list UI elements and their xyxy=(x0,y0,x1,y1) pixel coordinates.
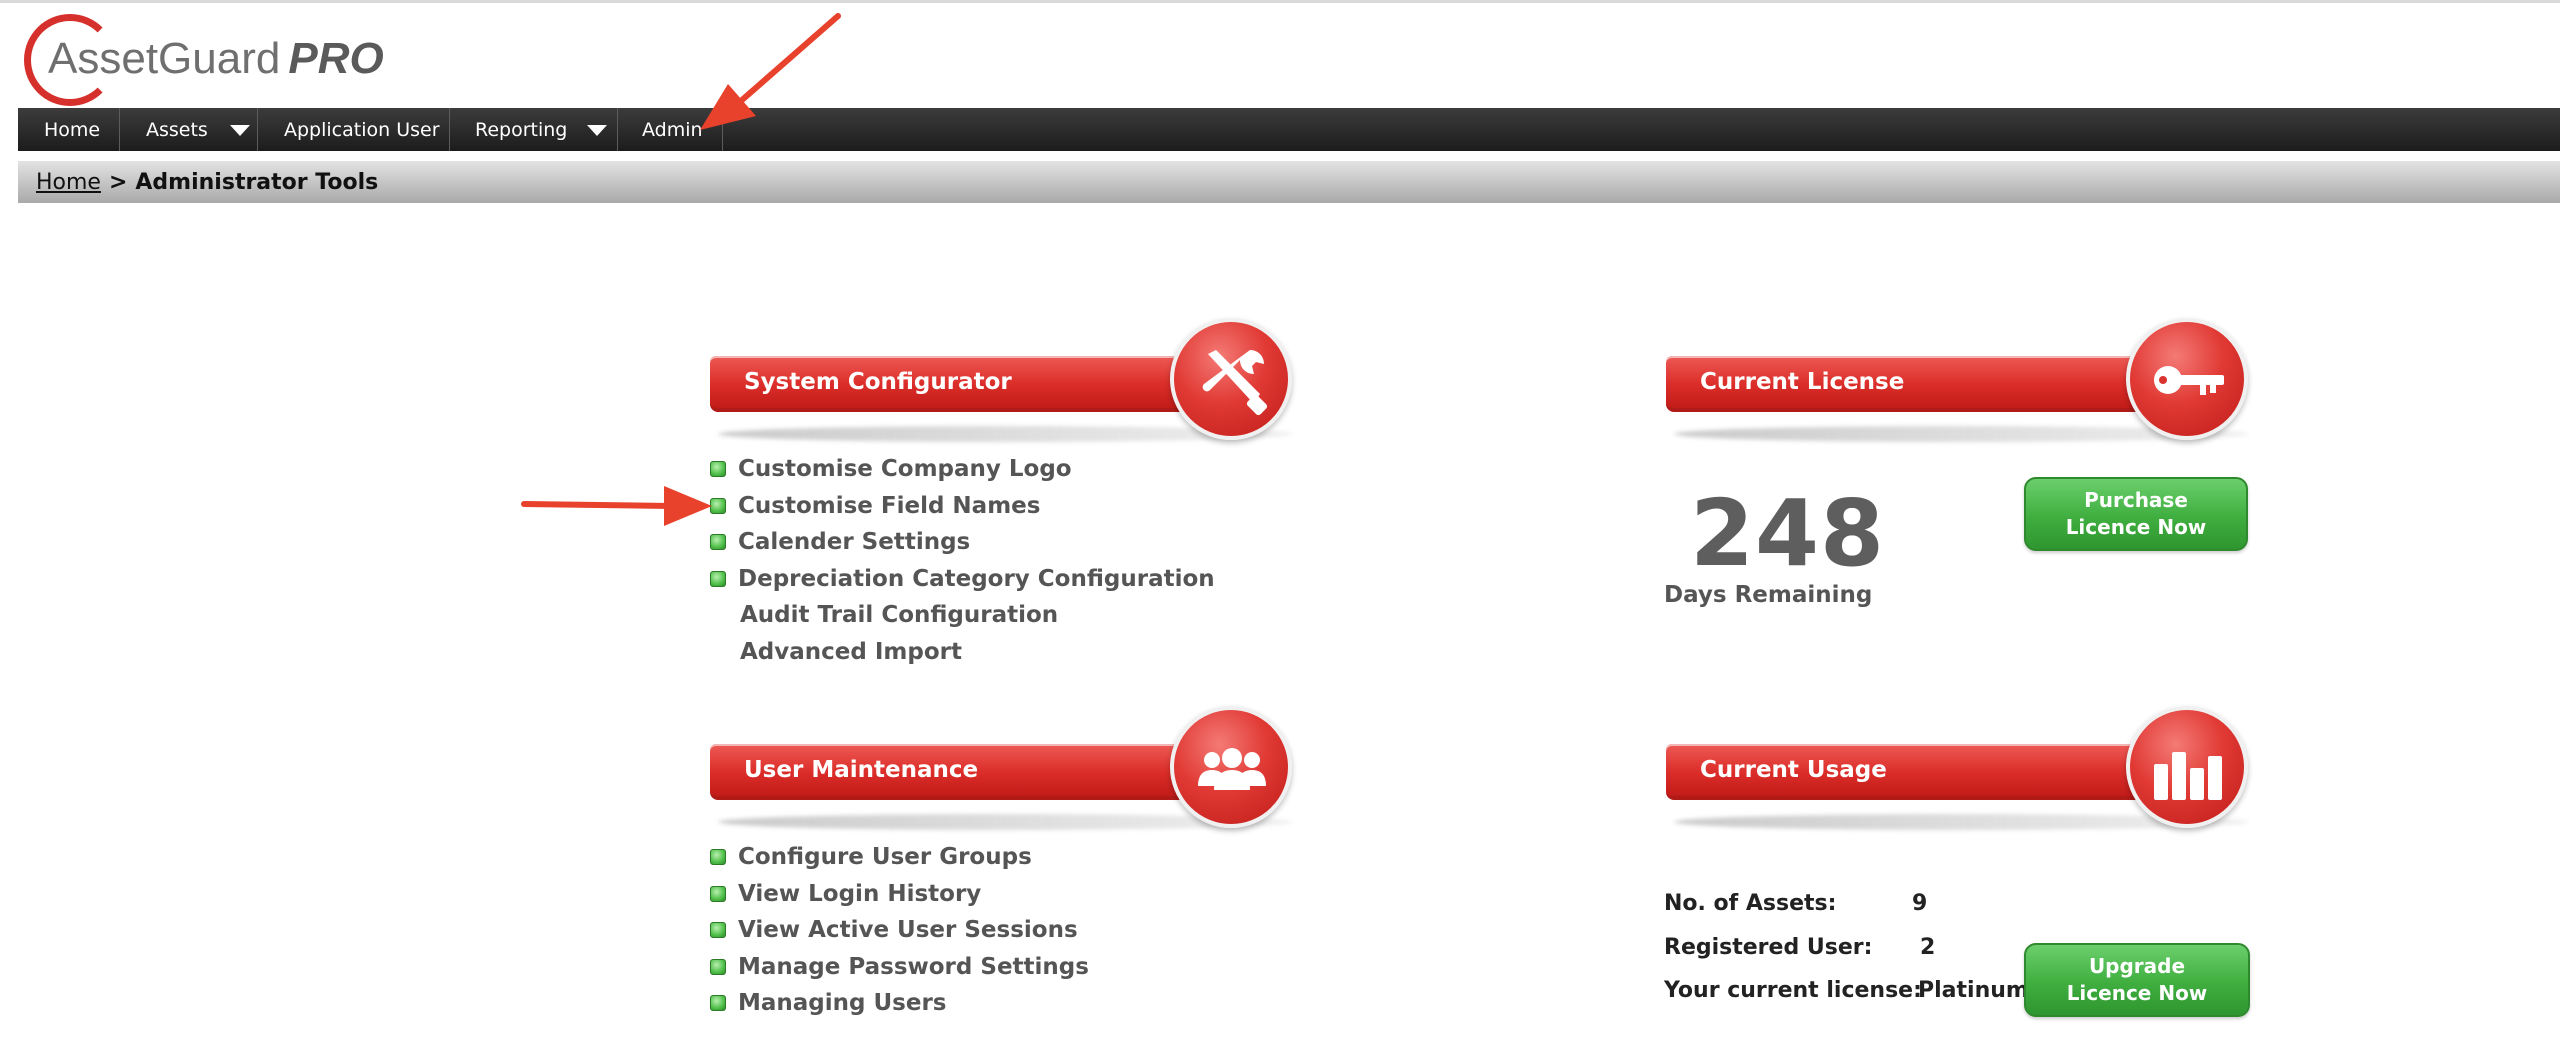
link-depreciation-category-configuration[interactable]: Depreciation Category Configuration xyxy=(710,561,1215,598)
section-title: Current License xyxy=(1700,369,1905,395)
nav-application-user-label: Application User xyxy=(284,118,440,141)
link-customise-field-names[interactable]: Customise Field Names xyxy=(710,488,1215,525)
usage-users-label: Registered User: xyxy=(1664,935,1873,960)
link-configure-user-groups[interactable]: Configure User Groups xyxy=(710,839,1089,876)
top-border xyxy=(0,0,2560,3)
purchase-licence-button[interactable]: Purchase Licence Now xyxy=(2024,477,2248,551)
bullet-icon xyxy=(710,885,726,902)
link-calender-settings[interactable]: Calender Settings xyxy=(710,524,1215,561)
usage-license-row: Your current license: Platinum xyxy=(1664,978,2029,1003)
days-remaining-count: 248 xyxy=(1690,480,1886,587)
logo-text: AssetGuard PRO xyxy=(48,34,384,84)
breadcrumb-current: Administrator Tools xyxy=(135,169,379,195)
nav-reporting[interactable]: Reporting xyxy=(450,108,618,151)
days-remaining-label: Days Remaining xyxy=(1664,582,1873,608)
logo-word: AssetGuard xyxy=(48,34,281,83)
breadcrumb-home-link[interactable]: Home xyxy=(36,170,101,195)
app-logo[interactable]: AssetGuard PRO xyxy=(22,12,402,112)
bullet-icon xyxy=(710,958,726,975)
link-view-login-history[interactable]: View Login History xyxy=(710,876,1089,913)
nav-assets[interactable]: Assets xyxy=(120,108,258,151)
upgrade-button-line2: Licence Now xyxy=(2066,981,2208,1005)
key-icon xyxy=(2154,366,2224,395)
usage-assets-row: No. of Assets: 9 xyxy=(1664,891,1927,916)
link-advanced-import[interactable]: Advanced Import xyxy=(710,634,1215,671)
link-customise-company-logo[interactable]: Customise Company Logo xyxy=(710,451,1215,488)
section-user-maintenance: User Maintenance xyxy=(710,706,1300,836)
main-nav: Home Assets Application User Reporting A… xyxy=(18,108,2560,151)
nav-home-label: Home xyxy=(44,118,101,141)
section-icon-badge xyxy=(2126,706,2248,828)
purchase-button-line1: Purchase xyxy=(2084,488,2188,512)
section-current-usage: Current Usage xyxy=(1666,706,2256,836)
section-title: User Maintenance xyxy=(744,757,979,783)
chevron-down-icon[interactable] xyxy=(587,125,607,136)
link-label: Calender Settings xyxy=(738,529,971,556)
link-label: View Login History xyxy=(738,880,982,907)
arrow-to-customise-field-names xyxy=(521,486,712,526)
nav-assets-label: Assets xyxy=(146,118,208,141)
bullet-icon xyxy=(710,849,726,866)
breadcrumb-separator: > xyxy=(108,169,128,195)
link-label: Managing Users xyxy=(738,990,947,1017)
bullet-icon xyxy=(710,497,726,514)
section-title: System Configurator xyxy=(744,369,1012,395)
breadcrumb: Home > Administrator Tools xyxy=(18,161,2560,203)
link-managing-users[interactable]: Managing Users xyxy=(710,985,1089,1022)
chevron-down-icon[interactable] xyxy=(230,125,250,136)
nav-admin-label: Admin xyxy=(642,118,703,141)
link-view-active-user-sessions[interactable]: View Active User Sessions xyxy=(710,912,1089,949)
link-label: View Active User Sessions xyxy=(738,917,1078,944)
usage-license-value: Platinum xyxy=(1918,978,2029,1003)
section-icon-badge xyxy=(1170,318,1292,440)
link-label: Depreciation Category Configuration xyxy=(738,565,1215,592)
wrench-screwdriver-icon xyxy=(1202,350,1268,416)
nav-admin[interactable]: Admin xyxy=(618,108,723,151)
section-current-license: Current License xyxy=(1666,318,2256,448)
upgrade-button-line1: Upgrade xyxy=(2088,954,2186,978)
users-group-icon xyxy=(1198,748,1266,790)
upgrade-licence-button[interactable]: Upgrade Licence Now xyxy=(2024,943,2250,1017)
bullet-icon xyxy=(710,534,726,551)
usage-assets-label: No. of Assets: xyxy=(1664,891,1837,916)
bar-chart-icon xyxy=(2154,752,2222,800)
link-label: Configure User Groups xyxy=(738,844,1032,871)
link-label: Audit Trail Configuration xyxy=(740,602,1059,629)
section-icon-badge xyxy=(1170,706,1292,828)
nav-reporting-label: Reporting xyxy=(475,118,568,141)
user-maintenance-links: Configure User Groups View Login History… xyxy=(710,839,1089,1022)
bullet-icon xyxy=(710,922,726,939)
usage-assets-value: 9 xyxy=(1912,891,1928,916)
usage-users-row: Registered User: 2 xyxy=(1664,935,1935,960)
bullet-icon xyxy=(710,461,726,478)
section-icon-badge xyxy=(2126,318,2248,440)
link-audit-trail-configuration[interactable]: Audit Trail Configuration xyxy=(710,597,1215,634)
logo-pro: PRO xyxy=(288,34,384,83)
section-title: Current Usage xyxy=(1700,757,1887,783)
nav-home[interactable]: Home xyxy=(18,108,120,151)
link-manage-password-settings[interactable]: Manage Password Settings xyxy=(710,949,1089,986)
bullet-icon xyxy=(710,995,726,1012)
purchase-button-line2: Licence Now xyxy=(2065,515,2207,539)
section-system-configurator: System Configurator xyxy=(710,318,1300,448)
system-configurator-links: Customise Company Logo Customise Field N… xyxy=(710,451,1215,670)
usage-users-value: 2 xyxy=(1920,935,1936,960)
bullet-icon xyxy=(710,570,726,587)
link-label: Customise Field Names xyxy=(738,492,1041,519)
nav-application-user[interactable]: Application User xyxy=(258,108,450,151)
link-label: Customise Company Logo xyxy=(738,456,1072,483)
link-label: Manage Password Settings xyxy=(738,953,1089,980)
usage-license-label: Your current license: xyxy=(1664,978,1922,1003)
link-label: Advanced Import xyxy=(740,638,962,665)
